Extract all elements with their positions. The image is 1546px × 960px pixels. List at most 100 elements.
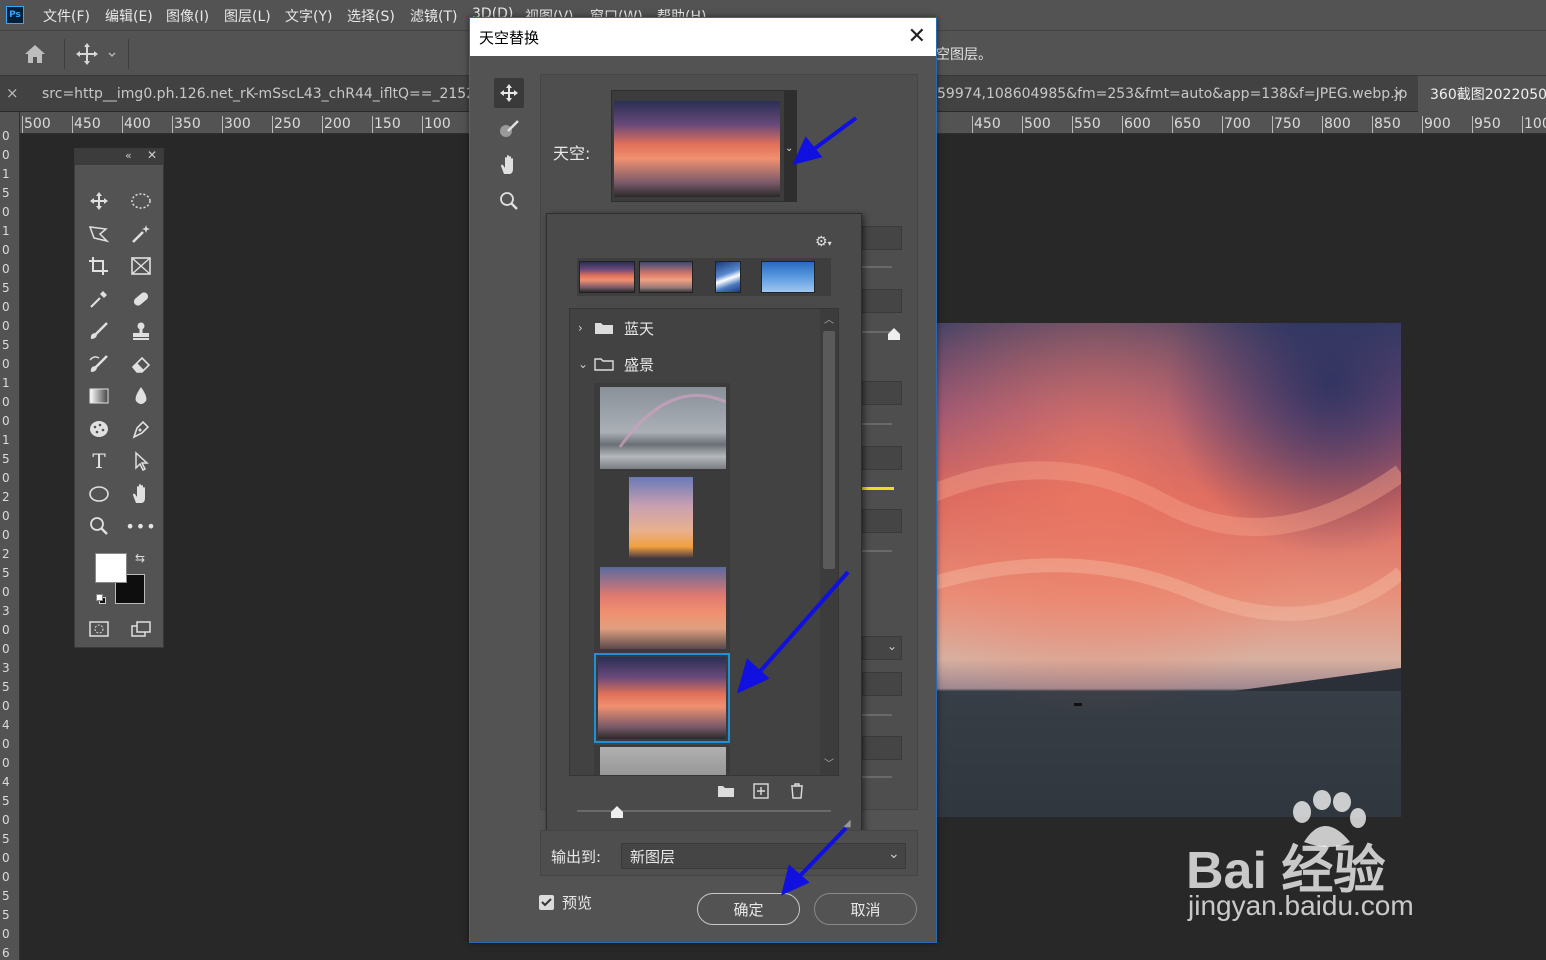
history-brush-icon[interactable]: [84, 350, 114, 378]
value-field[interactable]: [862, 509, 902, 533]
gradient-tool-icon[interactable]: [84, 382, 114, 410]
ruler-tick-label: 5: [2, 908, 10, 922]
folder-row-blue-sky[interactable]: › 蓝天: [570, 311, 820, 345]
resize-grip-icon[interactable]: ◢: [843, 818, 851, 829]
folder-row-spectacular[interactable]: ⌄ 盛景: [570, 347, 820, 381]
dropdown-toggle[interactable]: ⌄: [784, 91, 796, 201]
recent-sky-thumbnail[interactable]: [761, 261, 815, 293]
output-select[interactable]: 新图层 ⌄: [621, 843, 906, 869]
blur-tool-icon[interactable]: [126, 382, 156, 410]
recent-sky-thumbnail[interactable]: [639, 261, 693, 293]
preview-checkbox[interactable]: [539, 895, 554, 910]
sky-brush-icon[interactable]: [494, 114, 524, 144]
elliptical-marquee-icon[interactable]: [126, 187, 156, 215]
eraser-icon[interactable]: [126, 350, 156, 378]
close-icon[interactable]: ✕: [147, 148, 157, 162]
tab-document-1[interactable]: src=http__img0.ph.126.net_rK-mSscL43_chR…: [42, 76, 470, 112]
collapse-icon[interactable]: «: [125, 149, 132, 162]
screen-mode-icon[interactable]: [126, 615, 156, 643]
sky-preset-item[interactable]: [594, 383, 730, 473]
menu-file[interactable]: 文件(F): [43, 6, 90, 26]
healing-brush-icon[interactable]: [126, 285, 156, 313]
eyedropper-icon[interactable]: [84, 285, 114, 313]
polygonal-lasso-icon[interactable]: [84, 220, 114, 248]
scrollbar-thumb[interactable]: [823, 331, 835, 569]
sky-preset-selector[interactable]: ⌄: [611, 90, 797, 202]
value-field[interactable]: [862, 446, 902, 470]
value-field[interactable]: [862, 226, 902, 250]
ruler-tick-label: 5: [2, 794, 10, 808]
tab-document-2[interactable]: 59974,108604985&fm=253&fmt=auto&app=138&…: [937, 76, 1407, 112]
value-field[interactable]: [862, 289, 902, 313]
move-tool-preset-icon[interactable]: [76, 41, 118, 67]
canvas-image[interactable]: [934, 323, 1401, 817]
slider-track[interactable]: [862, 714, 892, 716]
tab-close-icon[interactable]: ×: [1392, 84, 1405, 102]
home-icon[interactable]: [22, 43, 48, 65]
scroll-down-icon[interactable]: ﹀: [824, 755, 834, 770]
menu-type[interactable]: 文字(Y): [285, 6, 332, 26]
tools-panel-header[interactable]: « ✕: [75, 148, 163, 165]
slider-handle[interactable]: [888, 328, 900, 340]
zoom-tool-icon[interactable]: [494, 186, 524, 216]
frame-tool-icon[interactable]: [126, 252, 156, 280]
ruler-tick-label: 800: [1324, 116, 1351, 132]
value-field[interactable]: [862, 672, 902, 696]
chevron-down-icon[interactable]: ⌄: [785, 143, 793, 154]
cancel-button[interactable]: 取消: [814, 893, 917, 925]
sky-preset-item-selected[interactable]: [594, 653, 730, 743]
chevron-down-icon: ⌄: [888, 846, 900, 862]
new-group-icon[interactable]: [717, 784, 735, 800]
add-preset-icon[interactable]: [753, 783, 771, 801]
ellipse-tool-icon[interactable]: [84, 480, 114, 508]
more-tools-icon[interactable]: •••: [125, 512, 156, 540]
scroll-up-icon[interactable]: ︿: [824, 311, 834, 326]
sky-move-tool-icon[interactable]: [494, 78, 524, 108]
sponge-tool-icon[interactable]: [84, 415, 114, 443]
move-tool-icon[interactable]: [84, 187, 114, 215]
tab-document-active[interactable]: 360截图20220506: [1418, 76, 1546, 112]
tab-close-icon[interactable]: ×: [6, 84, 19, 102]
hand-tool-icon[interactable]: [494, 150, 524, 180]
clone-stamp-icon[interactable]: [126, 317, 156, 345]
dropdown-field[interactable]: ⌄: [862, 636, 902, 660]
default-colors-icon[interactable]: [96, 594, 106, 604]
recent-sky-thumbnail[interactable]: [579, 261, 635, 293]
slider-track[interactable]: [862, 423, 892, 425]
sky-preset-item[interactable]: [594, 563, 730, 653]
delete-icon[interactable]: [789, 783, 807, 801]
slider-track[interactable]: [862, 550, 892, 552]
menu-filter[interactable]: 滤镜(T): [410, 6, 457, 26]
chevron-right-icon[interactable]: ›: [578, 321, 592, 335]
brush-tool-icon[interactable]: [84, 317, 114, 345]
chevron-down-icon[interactable]: ⌄: [578, 357, 592, 371]
hand-tool-icon[interactable]: [126, 480, 156, 508]
slider-track[interactable]: [862, 776, 892, 778]
magic-wand-icon[interactable]: [126, 220, 156, 248]
slider-track-highlight[interactable]: [862, 487, 894, 490]
thumbnail-size-handle[interactable]: [611, 806, 623, 818]
swap-colors-icon[interactable]: ⇆: [135, 551, 145, 565]
sky-preset-item[interactable]: [594, 473, 730, 563]
type-tool-icon[interactable]: T: [84, 447, 114, 475]
recent-sky-thumbnail[interactable]: [715, 261, 741, 293]
path-selection-icon[interactable]: [126, 447, 156, 475]
ruler-tick-label: 5: [2, 889, 10, 903]
value-field[interactable]: [862, 381, 902, 405]
close-icon[interactable]: ✕: [908, 24, 926, 49]
slider-track[interactable]: [862, 266, 892, 268]
zoom-tool-icon[interactable]: [84, 512, 114, 540]
menu-image[interactable]: 图像(I): [166, 6, 209, 26]
sky-preset-item[interactable]: [594, 745, 730, 775]
crop-tool-icon[interactable]: [84, 252, 114, 280]
scrollbar[interactable]: ︿ ﹀: [820, 309, 838, 775]
ok-button[interactable]: 确定: [697, 893, 800, 925]
menu-edit[interactable]: 编辑(E): [105, 6, 153, 26]
gear-icon[interactable]: ⚙▾: [815, 234, 837, 250]
menu-layer[interactable]: 图层(L): [224, 6, 271, 26]
foreground-color-swatch[interactable]: [95, 553, 127, 583]
pen-tool-icon[interactable]: [126, 415, 156, 443]
menu-select[interactable]: 选择(S): [347, 6, 395, 26]
value-field[interactable]: [862, 736, 902, 760]
quick-mask-icon[interactable]: [84, 615, 114, 643]
